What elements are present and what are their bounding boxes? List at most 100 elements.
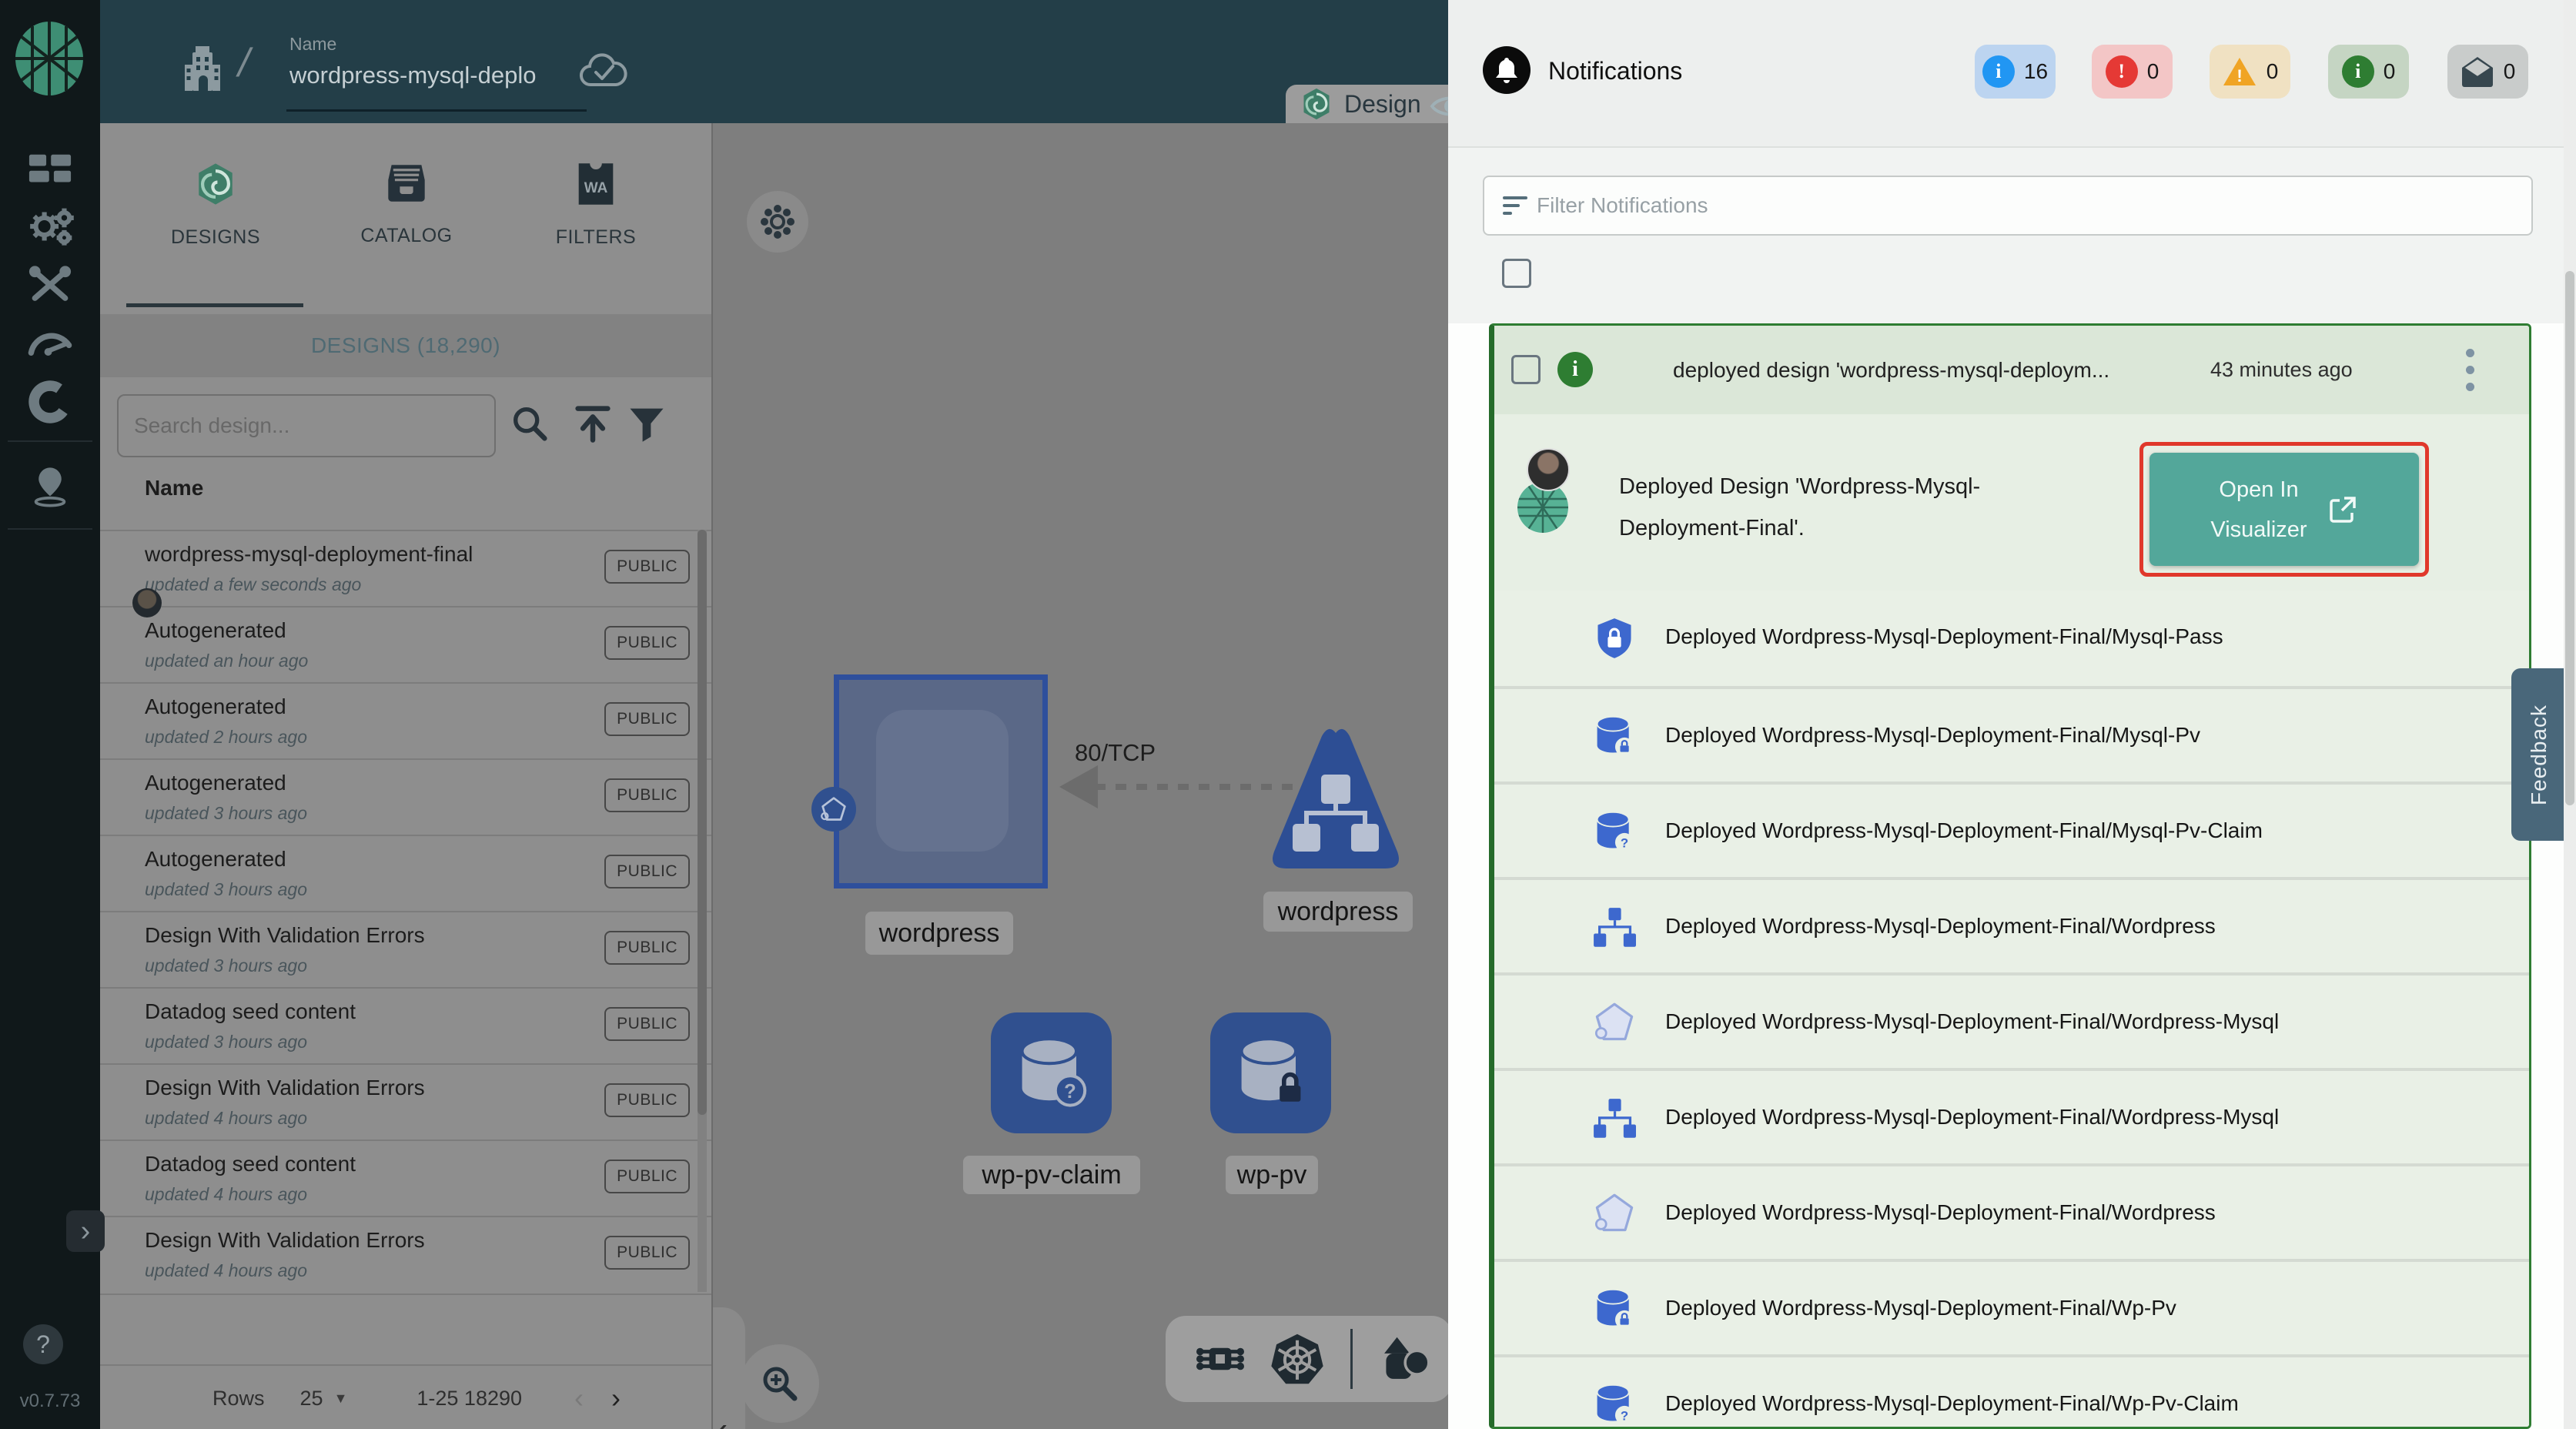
deployment-label: wordpress [865, 912, 1013, 955]
visibility-badge: PUBLIC [604, 855, 690, 889]
subitem-row[interactable]: Deployed Wordpress-Mysql-Deployment-Fina… [1494, 591, 2529, 686]
drawer-collapse-handle[interactable]: ‹ [713, 1307, 745, 1429]
design-search-input[interactable] [119, 396, 525, 456]
pv-node-wp-pv[interactable] [1210, 1012, 1331, 1133]
design-row[interactable]: Autogenerated updated 3 hours ago PUBLIC [100, 758, 711, 836]
success-icon: i [2342, 55, 2374, 88]
subitem-text: Deployed Wordpress-Mysql-Deployment-Fina… [1665, 1296, 2176, 1320]
zoom-in-button[interactable] [741, 1344, 819, 1423]
meshery-logo[interactable] [11, 20, 88, 97]
design-row[interactable]: wordpress-mysql-deployment-final updated… [100, 530, 711, 607]
organization-building-icon[interactable] [182, 45, 225, 92]
subitem-row[interactable]: Deployed Wordpress-Mysql-Deployment-Fina… [1494, 1163, 2529, 1259]
next-page-button[interactable]: › [611, 1382, 621, 1414]
upload-design-icon[interactable] [571, 402, 614, 445]
cloud-saved-icon [579, 51, 628, 89]
notification-row-header[interactable]: i deployed design 'wordpress-mysql-deplo… [1494, 326, 2529, 414]
shapes-icon[interactable] [1379, 1335, 1430, 1383]
service-node-wordpress[interactable] [1268, 725, 1403, 878]
column-header-name: Name [145, 476, 203, 500]
design-name-underline [286, 109, 587, 112]
sidebar-divider-2 [8, 528, 92, 530]
chip-info-count[interactable]: i 16 [1975, 45, 2056, 99]
help-button[interactable]: ? [23, 1324, 63, 1364]
design-name: Autogenerated [145, 847, 286, 872]
feedback-label: Feedback [2527, 704, 2551, 805]
top-header: / Name wordpress-mysql-deplo Design [100, 0, 1449, 123]
read-count: 0 [2504, 59, 2516, 84]
tab-designs[interactable]: DESIGNS [123, 162, 308, 308]
tab-catalog[interactable]: CATALOG [314, 162, 499, 308]
rows-per-page-caret-icon[interactable]: ▼ [334, 1391, 348, 1407]
notification-menu-button[interactable] [2466, 349, 2475, 400]
design-updated: updated 3 hours ago [145, 803, 307, 824]
pvc-db-question-icon [1593, 811, 1636, 854]
design-name-input[interactable]: wordpress-mysql-deplo [289, 62, 551, 89]
select-all-checkbox[interactable] [1502, 259, 1531, 288]
subitem-row[interactable]: Deployed Wordpress-Mysql-Deployment-Fina… [1494, 781, 2529, 877]
tab-filters-label: FILTERS [556, 226, 636, 249]
subitem-row[interactable]: Deployed Wordpress-Mysql-Deployment-Fina… [1494, 972, 2529, 1068]
design-row[interactable]: Datadog seed content updated 4 hours ago… [100, 1140, 711, 1217]
subitem-row[interactable]: Deployed Wordpress-Mysql-Deployment-Fina… [1494, 686, 2529, 781]
canvas-modules-button[interactable] [747, 191, 808, 253]
extensions-icon[interactable] [25, 377, 75, 427]
sidebar-expand-button[interactable]: › [66, 1210, 105, 1252]
design-canvas[interactable]: wordpress 80/TCP wordpress ? [713, 123, 1448, 1429]
design-row[interactable]: Autogenerated updated 3 hours ago PUBLIC [100, 835, 711, 912]
configuration-tools-icon[interactable] [25, 260, 75, 310]
visibility-badge: PUBLIC [604, 550, 690, 584]
pvc-db-question-icon [1593, 1384, 1636, 1427]
designs-tab-icon [193, 162, 238, 206]
feedback-button[interactable]: Feedback [2511, 668, 2567, 841]
pvc-node-wp-pv-claim[interactable]: ? [991, 1012, 1112, 1133]
filter-funnel-icon[interactable] [625, 402, 668, 445]
design-row[interactable]: Design With Validation Errors updated 4 … [100, 1216, 711, 1295]
pv-label: wp-pv [1226, 1156, 1318, 1194]
search-icon[interactable] [508, 402, 551, 445]
components-chip-icon[interactable] [1196, 1335, 1244, 1383]
subitem-row[interactable]: Deployed Wordpress-Mysql-Deployment-Fina… [1494, 1068, 2529, 1163]
panel-title: Notifications [1548, 57, 1682, 85]
design-row[interactable]: Design With Validation Errors updated 4 … [100, 1063, 711, 1141]
filter-notifications-input[interactable] [1529, 177, 2531, 234]
subitem-row[interactable]: Deployed Wordpress-Mysql-Deployment-Fina… [1494, 877, 2529, 972]
open-in-visualizer-button[interactable]: Open In Visualizer [2149, 453, 2419, 566]
prev-page-button[interactable]: ‹ [574, 1382, 584, 1414]
design-updated: updated 4 hours ago [145, 1260, 307, 1281]
design-row[interactable]: Autogenerated updated an hour ago PUBLIC [100, 606, 711, 684]
chip-error-count[interactable]: ! 0 [2092, 45, 2173, 99]
svg-text:WA: WA [584, 180, 608, 196]
design-row[interactable]: Autogenerated updated 2 hours ago PUBLIC [100, 682, 711, 760]
connections-pin-icon[interactable] [25, 462, 75, 511]
design-name: Autogenerated [145, 694, 286, 719]
kubernetes-helm-icon[interactable] [1270, 1332, 1324, 1386]
chip-warning-count[interactable]: ! 0 [2210, 45, 2290, 99]
tab-filters[interactable]: WA FILTERS [503, 162, 688, 308]
edge-arrowhead [1059, 765, 1098, 808]
page-scrollbar[interactable] [2564, 0, 2576, 1429]
chip-success-count[interactable]: i 0 [2328, 45, 2409, 99]
dashboard-icon[interactable] [25, 143, 75, 192]
subitem-row[interactable]: Deployed Wordpress-Mysql-Deployment-Fina… [1494, 1354, 2529, 1429]
subitem-text: Deployed Wordpress-Mysql-Deployment-Fina… [1665, 1391, 2239, 1416]
design-tab-label: Design [1344, 90, 1421, 119]
pod-pentagon-badge-icon[interactable] [811, 787, 856, 832]
design-spiral-icon [1300, 87, 1333, 121]
modules-flower-icon [760, 204, 795, 239]
error-count: 0 [2147, 59, 2159, 84]
chip-read-count[interactable]: 0 [2447, 45, 2528, 99]
design-list-scrollbar[interactable] [698, 530, 707, 1292]
notification-time: 43 minutes ago [2210, 358, 2353, 382]
visibility-badge: PUBLIC [604, 931, 690, 965]
performance-gauge-icon[interactable] [25, 319, 75, 368]
subitem-row[interactable]: Deployed Wordpress-Mysql-Deployment-Fina… [1494, 1259, 2529, 1354]
breadcrumb-separator: / [234, 40, 255, 86]
lifecycle-gears-icon[interactable] [25, 202, 75, 251]
notification-checkbox[interactable] [1511, 355, 1541, 384]
design-row[interactable]: Datadog seed content updated 3 hours ago… [100, 987, 711, 1065]
notification-card: i deployed design 'wordpress-mysql-deplo… [1489, 323, 2531, 1429]
design-row[interactable]: Design With Validation Errors updated 3 … [100, 911, 711, 989]
rows-per-page-value[interactable]: 25 [300, 1387, 323, 1411]
design-name: Datadog seed content [145, 1152, 356, 1176]
